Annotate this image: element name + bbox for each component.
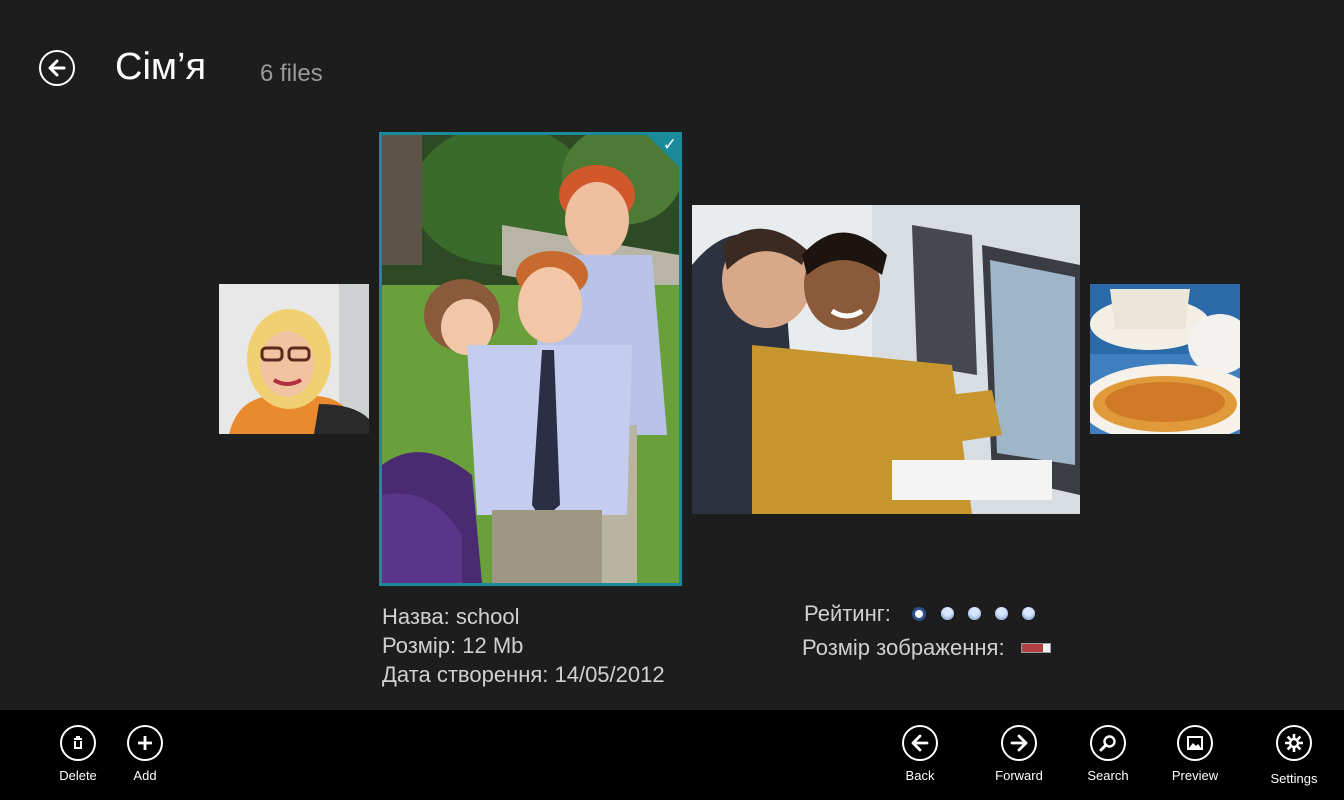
arrow-right-icon <box>1001 725 1037 761</box>
preview-button[interactable]: Preview <box>1155 725 1235 783</box>
search-button[interactable]: Search <box>1068 725 1148 783</box>
add-label: Add <box>133 768 157 783</box>
photo-thumbnail-office[interactable] <box>692 205 1080 514</box>
forward-button[interactable]: Forward <box>979 725 1059 783</box>
trash-icon <box>60 725 96 761</box>
add-button[interactable]: Add <box>105 725 185 783</box>
rating-dot-4[interactable] <box>995 607 1008 620</box>
gear-icon <box>1276 725 1312 761</box>
forward-label: Forward <box>995 768 1043 783</box>
file-date: Дата створення: 14/05/2012 <box>382 662 665 687</box>
file-count: 6 files <box>260 60 323 87</box>
search-label: Search <box>1087 768 1129 783</box>
settings-label: Settings <box>1270 771 1318 786</box>
preview-label: Preview <box>1171 768 1219 783</box>
settings-button[interactable]: Settings <box>1254 725 1334 786</box>
file-name: Назва: school <box>382 604 520 629</box>
rating-dot-2[interactable] <box>941 607 954 620</box>
page-title: Сім’я <box>115 46 207 88</box>
image-size-slider[interactable] <box>1021 643 1051 653</box>
rating-dot-1[interactable] <box>912 607 926 621</box>
photo-selected-school[interactable]: ✓ <box>379 132 682 586</box>
photo-thumbnail-woman[interactable] <box>219 284 369 434</box>
app-bar: Delete Add Back Forward Search Preview Setting… <box>0 710 1344 800</box>
back-label: Back <box>905 768 935 783</box>
rating-dot-3[interactable] <box>968 607 981 620</box>
check-icon: ✓ <box>662 135 677 154</box>
photo-thumbnail-tea[interactable] <box>1090 284 1240 434</box>
search-icon <box>1090 725 1126 761</box>
image-size-label: Розмір зображення: <box>802 635 1005 660</box>
file-size: Розмір: 12 Mb <box>382 633 524 658</box>
arrow-left-icon <box>902 725 938 761</box>
arrow-left-icon <box>48 59 66 77</box>
back-arrow-button[interactable] <box>39 50 75 86</box>
back-button[interactable]: Back <box>880 725 960 783</box>
image-size-slider-fill <box>1022 644 1043 652</box>
rating-dot-5[interactable] <box>1022 607 1035 620</box>
delete-label: Delete <box>59 768 97 783</box>
picture-icon <box>1177 725 1213 761</box>
plus-icon <box>127 725 163 761</box>
rating-label: Рейтинг: <box>804 601 891 626</box>
